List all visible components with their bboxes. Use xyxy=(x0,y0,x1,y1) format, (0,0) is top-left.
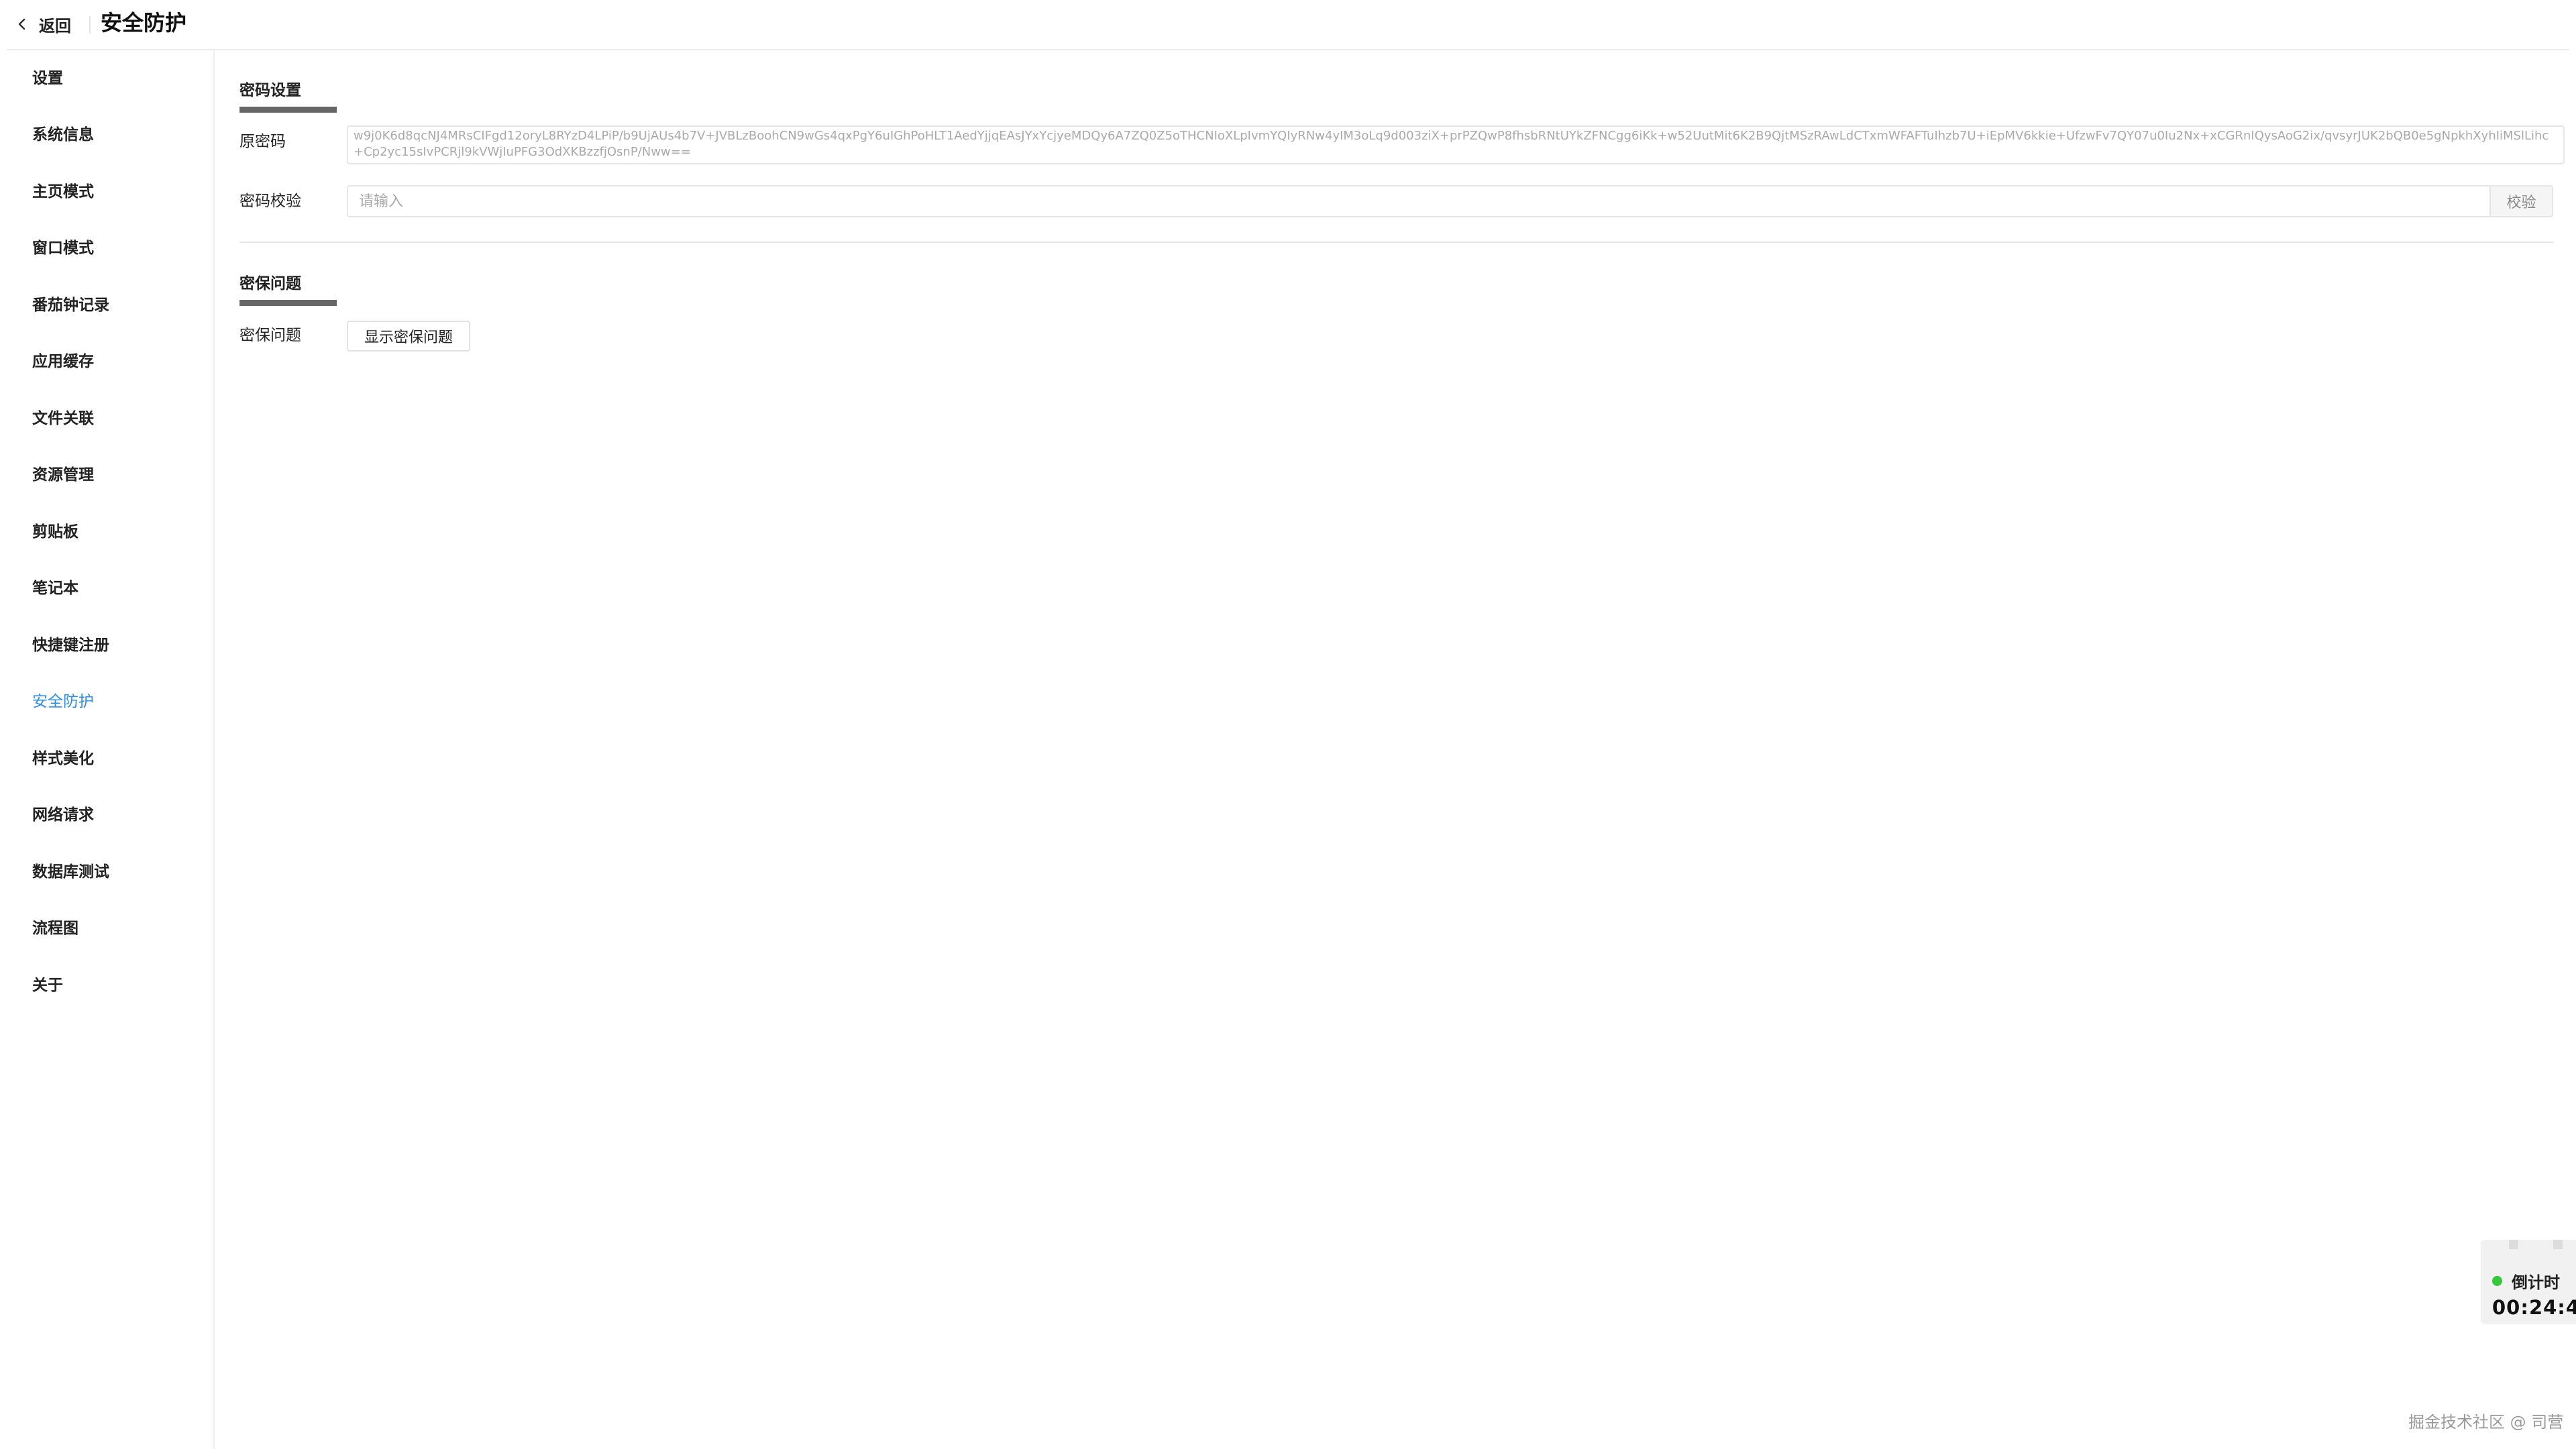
show-security-question-button[interactable]: 显示密保问题 xyxy=(347,321,470,352)
password-section-title: 密码设置 xyxy=(239,81,301,99)
sidebar-item-pomodoro-log[interactable]: 番茄钟记录 xyxy=(32,292,109,319)
main-content: 密码设置 原密码 w9j0K6d8qcNJ4MRsCIFgd12oryL8RYz… xyxy=(215,50,2565,1449)
security-question-section-title: 密保问题 xyxy=(239,274,301,292)
top-header: 返回 安全防护 xyxy=(7,0,2569,50)
chevron-left-icon xyxy=(12,14,32,34)
sidebar-item-home-mode[interactable]: 主页模式 xyxy=(32,178,94,205)
widget-notch xyxy=(2509,1240,2518,1249)
watermark: 掘金技术社区 @ 司营 xyxy=(2408,1413,2564,1432)
sidebar-item-file-association[interactable]: 文件关联 xyxy=(32,405,94,432)
sidebar-item-resource-management[interactable]: 资源管理 xyxy=(32,462,94,488)
security-question-label: 密保问题 xyxy=(239,327,301,344)
countdown-widget[interactable]: 倒计时 00:24:41 xyxy=(2481,1240,2576,1324)
sidebar-item-flowchart[interactable]: 流程图 xyxy=(32,915,78,942)
page-title: 安全防护 xyxy=(101,10,187,36)
sidebar-item-window-mode[interactable]: 窗口模式 xyxy=(32,235,94,262)
password-verify-input[interactable] xyxy=(347,185,2489,217)
sidebar-item-database-test[interactable]: 数据库测试 xyxy=(32,859,109,885)
app-page: 返回 安全防护 设置 系统信息 主页模式 窗口模式 番茄钟记录 应用缓存 文件关… xyxy=(0,0,2576,1449)
password-section-underline xyxy=(239,107,337,113)
countdown-header: 倒计时 xyxy=(2492,1269,2560,1293)
section-divider xyxy=(239,241,2554,243)
sidebar-item-settings[interactable]: 设置 xyxy=(32,65,63,92)
sidebar-item-notebook[interactable]: 笔记本 xyxy=(32,575,78,602)
sidebar-item-clipboard[interactable]: 剪贴板 xyxy=(32,519,78,545)
sidebar-item-shortcut-registration[interactable]: 快捷键注册 xyxy=(32,632,109,659)
sidebar-item-security[interactable]: 安全防护 xyxy=(32,688,94,715)
verify-button[interactable]: 校验 xyxy=(2489,185,2553,217)
sidebar-item-style-beautify[interactable]: 样式美化 xyxy=(32,745,94,772)
widget-notch xyxy=(2553,1240,2563,1249)
header-divider xyxy=(89,16,91,34)
original-password-label: 原密码 xyxy=(239,133,286,150)
back-label: 返回 xyxy=(39,15,71,36)
password-verify-group: 校验 xyxy=(347,185,2553,217)
status-dot-icon xyxy=(2492,1276,2502,1286)
password-verify-label: 密码校验 xyxy=(239,193,301,210)
original-password-field[interactable]: w9j0K6d8qcNJ4MRsCIFgd12oryL8RYzD4LPiP/b9… xyxy=(347,125,2565,164)
sidebar-nav: 设置 系统信息 主页模式 窗口模式 番茄钟记录 应用缓存 文件关联 资源管理 剪… xyxy=(0,50,215,1449)
countdown-time: 00:24:41 xyxy=(2492,1296,2576,1319)
sidebar-item-network-request[interactable]: 网络请求 xyxy=(32,802,94,828)
sidebar-item-app-cache[interactable]: 应用缓存 xyxy=(32,348,94,375)
security-question-section-underline xyxy=(239,300,337,306)
countdown-label: 倒计时 xyxy=(2512,1273,2560,1292)
sidebar-item-system-info[interactable]: 系统信息 xyxy=(32,121,94,148)
sidebar-item-about[interactable]: 关于 xyxy=(32,972,63,999)
back-button[interactable]: 返回 xyxy=(12,9,71,39)
